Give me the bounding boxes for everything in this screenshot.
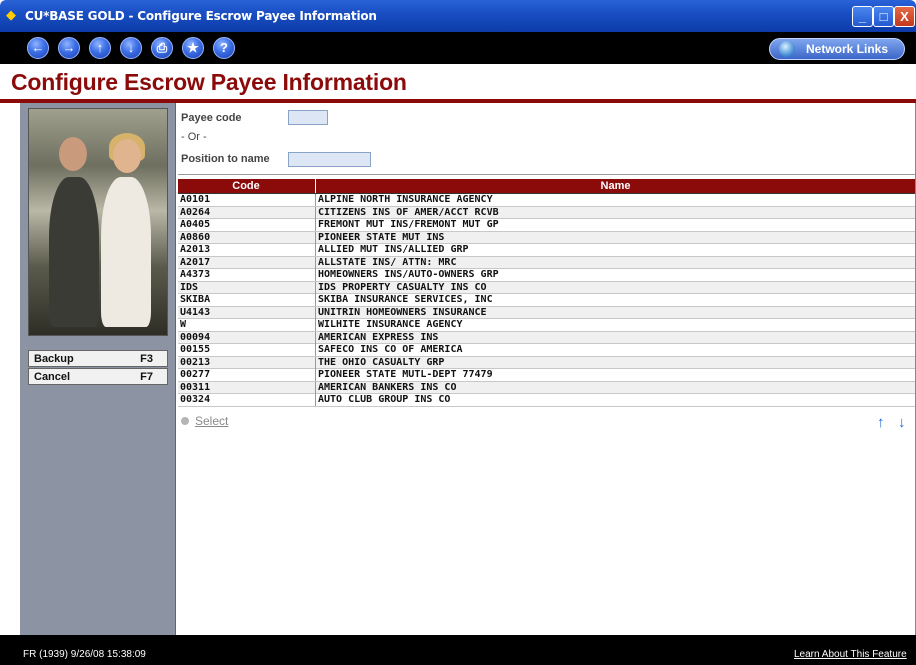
name-cell: AMERICAN EXPRESS INS (315, 331, 438, 344)
position-to-name-label: Position to name (181, 153, 270, 165)
down-arrow-icon[interactable]: ↓ (120, 37, 142, 59)
table-row[interactable]: 00094 AMERICAN EXPRESS INS (178, 331, 915, 344)
table-row[interactable]: A2013 ALLIED MUT INS/ALLIED GRP (178, 244, 915, 257)
code-cell: A0264 (180, 206, 211, 218)
table-header: Code Name (178, 179, 915, 194)
backup-label: Backup (34, 353, 74, 365)
name-cell: ALLIED MUT INS/ALLIED GRP (315, 244, 469, 256)
cancel-key: F7 (140, 371, 153, 383)
table-body: A0101 ALPINE NORTH INSURANCE AGENCY A0264… (178, 194, 915, 407)
woman-head (113, 139, 141, 173)
network-links-button[interactable]: Network Links (769, 38, 905, 60)
table-row[interactable]: 00213 THE OHIO CASUALTY GRP (178, 356, 915, 369)
page-down-arrow-icon[interactable]: ↓ (898, 414, 906, 431)
table-row[interactable]: A0860 PIONEER STATE MUT INS (178, 231, 915, 244)
cancel-button[interactable]: Cancel F7 (28, 368, 168, 385)
code-cell: IDS (180, 281, 199, 293)
man-head (59, 137, 87, 171)
code-cell: A0405 (180, 219, 211, 230)
name-cell: AUTO CLUB GROUP INS CO (315, 394, 450, 406)
globe-icon (779, 41, 795, 57)
form-divider (178, 174, 915, 175)
code-cell: 00213 (180, 356, 211, 368)
page-title: Configure Escrow Payee Information (11, 69, 407, 95)
couple-photo (28, 108, 168, 336)
table-row[interactable]: U4143 UNITRIN HOMEOWNERS INSURANCE (178, 306, 915, 319)
minimize-button[interactable]: _ (852, 6, 873, 27)
name-cell: IDS PROPERTY CASUALTY INS CO (315, 281, 487, 294)
app-icon: ◆ (6, 7, 16, 22)
table-row[interactable]: A0405 FREMONT MUT INS/FREMONT MUT GP (178, 219, 915, 232)
code-cell: A0860 (180, 231, 211, 243)
select-bullet-icon (181, 417, 189, 425)
table-row[interactable]: 00277 PIONEER STATE MUTL-DEPT 77479 (178, 369, 915, 382)
code-cell: 00311 (180, 381, 211, 393)
name-cell: PIONEER STATE MUTL-DEPT 77479 (315, 369, 493, 381)
name-cell: FREMONT MUT INS/FREMONT MUT GP (315, 219, 499, 231)
payee-table: Code Name A0101 ALPINE NORTH INSURANCE AG… (178, 179, 915, 407)
payee-code-label: Payee code (181, 112, 242, 124)
backup-button[interactable]: Backup F3 (28, 350, 168, 367)
backup-key: F3 (140, 353, 153, 365)
window-title: CU*BASE GOLD - Configure Escrow Payee In… (25, 9, 377, 23)
code-cell: 00155 (180, 344, 211, 355)
table-row[interactable]: 00311 AMERICAN BANKERS INS CO (178, 381, 915, 394)
table-row[interactable]: A0264 CITIZENS INS OF AMER/ACCT RCVB (178, 206, 915, 219)
name-cell: UNITRIN HOMEOWNERS INSURANCE (315, 306, 487, 319)
code-cell: A2017 (180, 256, 211, 268)
favorite-star-icon[interactable]: ★ (182, 37, 204, 59)
select-link[interactable]: Select (195, 414, 228, 428)
help-icon[interactable]: ? (213, 37, 235, 59)
maximize-button[interactable]: □ (873, 6, 894, 27)
code-cell: 00324 (180, 394, 211, 405)
table-row[interactable]: 00324 AUTO CLUB GROUP INS CO (178, 394, 915, 407)
column-header-name[interactable]: Name (315, 179, 915, 193)
code-cell: A0101 (180, 194, 211, 205)
code-cell: SKIBA (180, 294, 211, 305)
table-row[interactable]: A4373 HOMEOWNERS INS/AUTO-OWNERS GRP (178, 269, 915, 282)
or-label: - Or - (181, 131, 207, 143)
code-cell: W (180, 319, 187, 330)
payee-code-input[interactable] (288, 110, 328, 125)
name-cell: PIONEER STATE MUT INS (315, 231, 444, 244)
code-cell: U4143 (180, 306, 211, 318)
position-to-name-input[interactable] (288, 152, 371, 167)
name-cell: HOMEOWNERS INS/AUTO-OWNERS GRP (315, 269, 499, 281)
table-row[interactable]: W WILHITE INSURANCE AGENCY (178, 319, 915, 332)
name-cell: WILHITE INSURANCE AGENCY (315, 319, 463, 331)
name-cell: AMERICAN BANKERS INS CO (315, 381, 456, 394)
code-cell: A4373 (180, 269, 211, 280)
page-up-arrow-icon[interactable]: ↑ (877, 414, 885, 431)
title-bar[interactable]: ◆ CU*BASE GOLD - Configure Escrow Payee … (0, 0, 916, 32)
main-left-border (175, 103, 176, 635)
column-header-code[interactable]: Code (178, 180, 314, 192)
name-cell: SKIBA INSURANCE SERVICES, INC (315, 294, 493, 306)
code-cell: 00094 (180, 331, 211, 343)
cancel-label: Cancel (34, 371, 71, 383)
name-cell: ALLSTATE INS/ ATTN: MRC (315, 256, 456, 269)
toolbar: ← → ↑ ↓ ⎙ ★ ? Network Links (0, 32, 916, 64)
table-row[interactable]: A2017 ALLSTATE INS/ ATTN: MRC (178, 256, 915, 269)
name-cell: THE OHIO CASUALTY GRP (315, 356, 444, 369)
name-cell: SAFECO INS CO OF AMERICA (315, 344, 463, 356)
table-row[interactable]: A0101 ALPINE NORTH INSURANCE AGENCY (178, 194, 915, 207)
woman-figure (101, 177, 151, 327)
close-button[interactable]: X (894, 6, 915, 27)
network-links-label: Network Links (806, 42, 889, 56)
up-arrow-icon[interactable]: ↑ (89, 37, 111, 59)
name-cell: ALPINE NORTH INSURANCE AGENCY (315, 194, 493, 206)
learn-about-feature-link[interactable]: Learn About This Feature (794, 649, 907, 660)
table-row[interactable]: IDS IDS PROPERTY CASUALTY INS CO (178, 281, 915, 294)
status-session-info: FR (1939) 9/26/08 15:38:09 (23, 649, 146, 660)
code-cell: 00277 (180, 369, 211, 380)
forward-arrow-icon[interactable]: → (58, 37, 80, 59)
print-icon[interactable]: ⎙ (151, 37, 173, 59)
name-cell: CITIZENS INS OF AMER/ACCT RCVB (315, 206, 499, 219)
table-row[interactable]: 00155 SAFECO INS CO OF AMERICA (178, 344, 915, 357)
man-figure (49, 177, 99, 327)
code-cell: A2013 (180, 244, 211, 255)
table-row[interactable]: SKIBA SKIBA INSURANCE SERVICES, INC (178, 294, 915, 307)
back-arrow-icon[interactable]: ← (27, 37, 49, 59)
